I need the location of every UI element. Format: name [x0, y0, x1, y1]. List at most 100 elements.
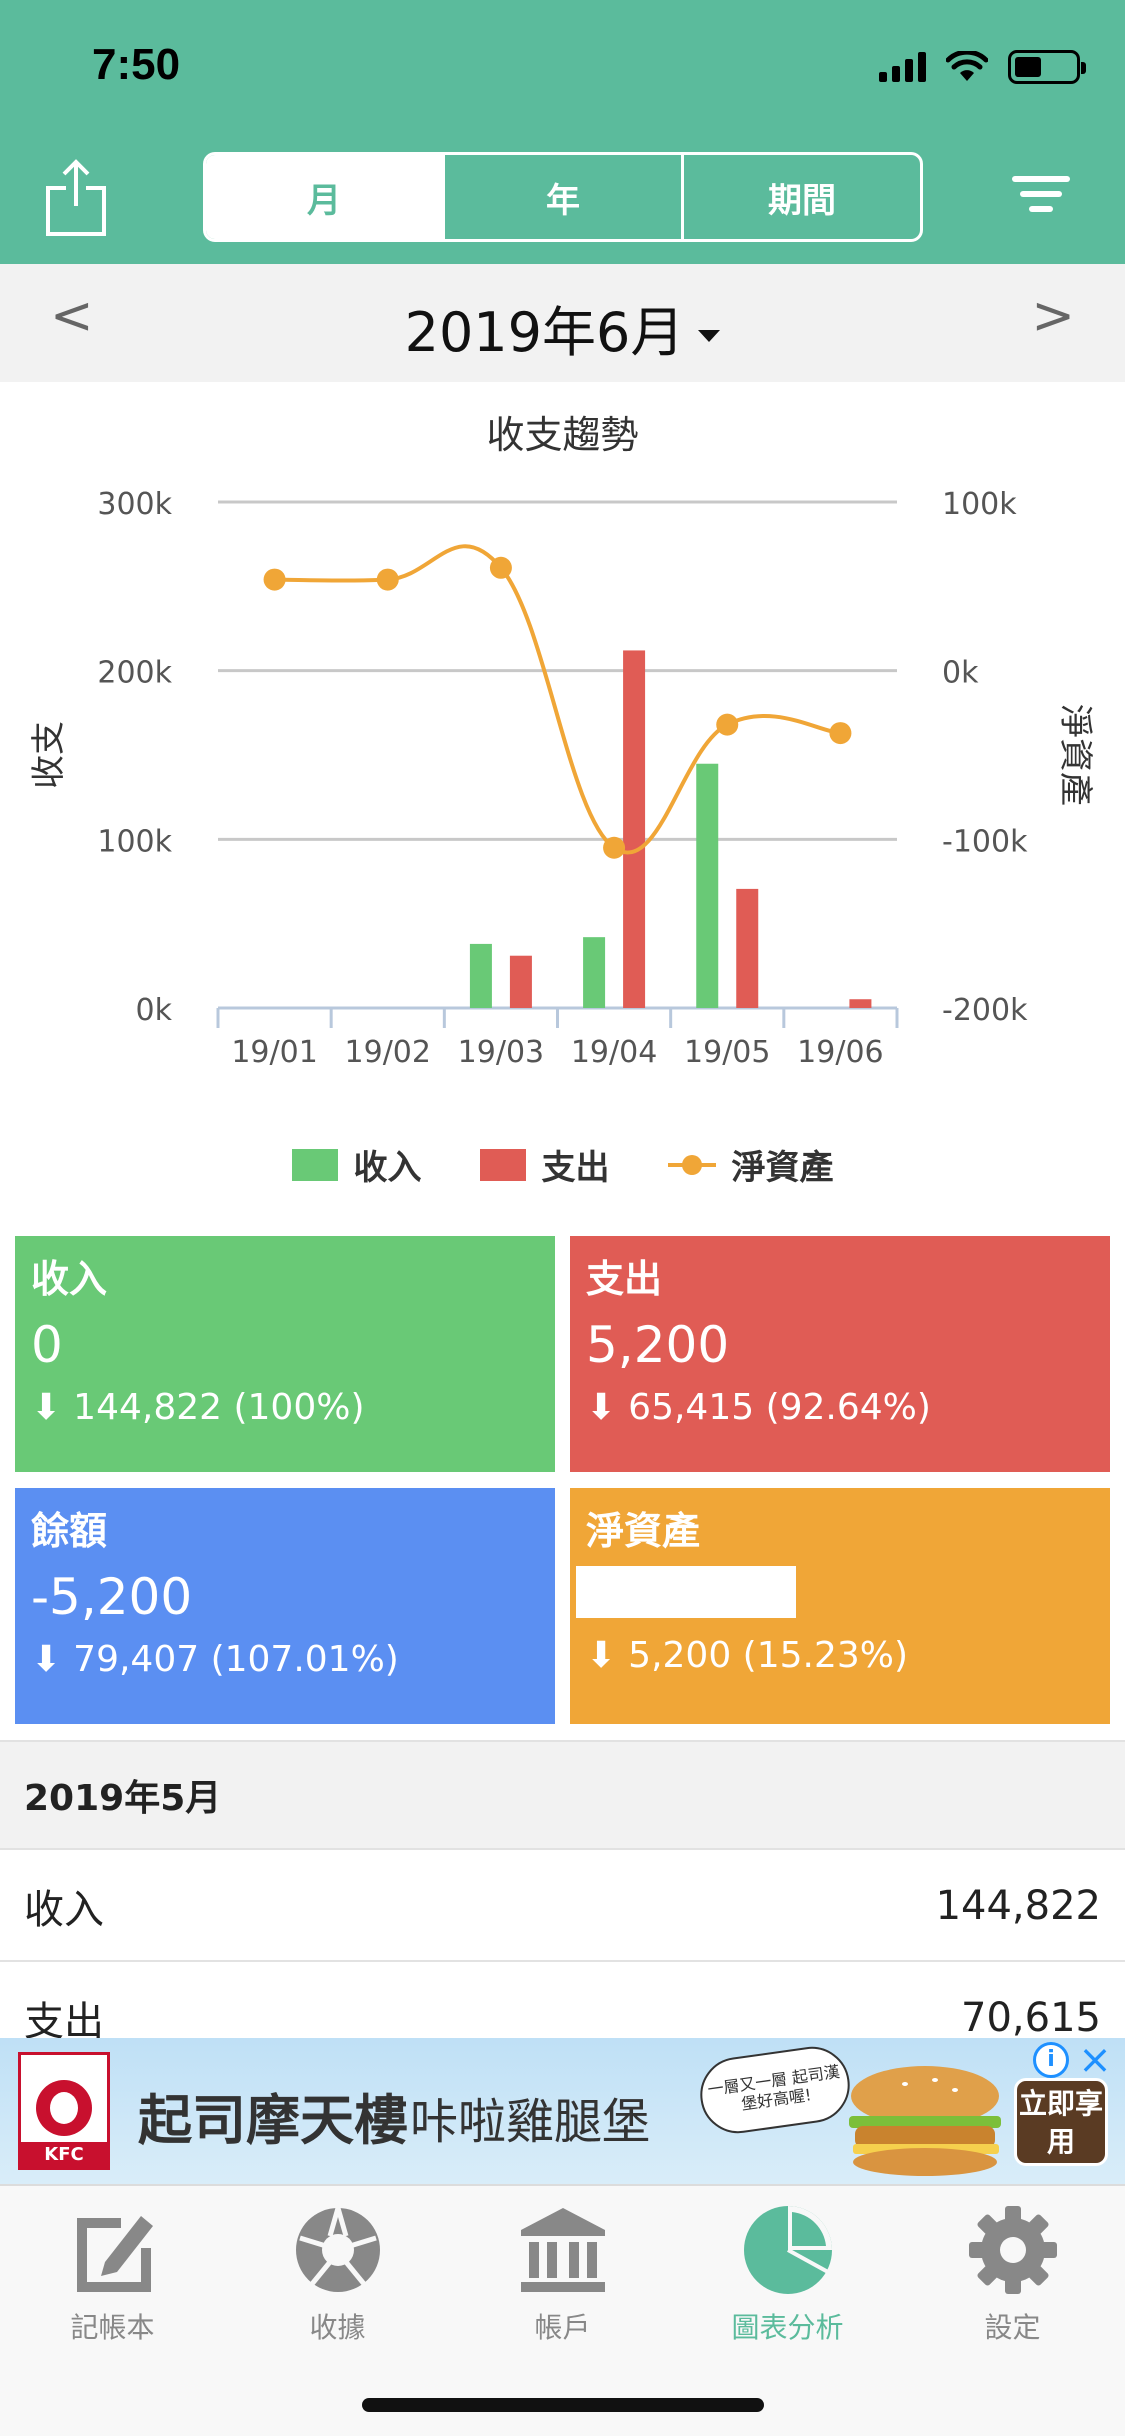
burger-image-icon — [849, 2066, 1001, 2176]
right-tick-label: -100k — [942, 824, 1028, 859]
ad-banner[interactable]: KFC 起司摩天樓 咔啦雞腿堡 一層又一層 起司漢堡好高喔! 立即享用 i × — [0, 2038, 1125, 2184]
networth-card[interactable]: 淨資產 ⬇ 5,200 (15.23%) — [570, 1488, 1110, 1724]
networth-point — [489, 556, 512, 579]
card-change-text: 79,407 (107.01%) — [73, 1639, 399, 1680]
tab-account[interactable]: 帳戶 — [450, 2202, 675, 2346]
card-change-text: 5,200 (15.23%) — [628, 1635, 909, 1676]
x-tick-label: 19/05 — [684, 1035, 770, 1070]
ad-brand: KFC — [21, 2142, 107, 2167]
segment-period[interactable]: 期間 — [681, 155, 920, 239]
tab-label: 帳戶 — [534, 2311, 591, 2344]
arrow-down-icon: ⬇ — [586, 1635, 617, 1676]
legend-label: 支出 — [541, 1148, 610, 1188]
next-month-button[interactable]: > — [1031, 286, 1075, 346]
card-change: ⬇ 79,407 (107.01%) — [31, 1642, 539, 1678]
card-value: 5,200 — [586, 1316, 730, 1374]
header: 7:50 月 年 期間 — [0, 0, 1125, 264]
legend-income[interactable]: 收入 — [291, 1140, 422, 1189]
left-tick-label: 200k — [97, 656, 172, 691]
expense-bar — [849, 999, 872, 1008]
networth-line — [274, 544, 841, 855]
share-icon[interactable] — [44, 158, 108, 238]
networth-point — [829, 722, 852, 745]
tab-label: 設定 — [984, 2311, 1041, 2344]
card-value: -5,200 — [31, 1568, 193, 1626]
ad-info-icon[interactable]: i — [1033, 2042, 1069, 2078]
app-root: 7:50 月 年 期間 < 2019年6月 > 收支趨勢 300k 100k 2… — [0, 0, 1125, 2436]
income-bar — [696, 763, 719, 1008]
left-tick-label: 300k — [97, 487, 172, 522]
right-tick-label: 100k — [942, 487, 1017, 522]
legend-swatch — [479, 1148, 526, 1181]
card-title: 淨資產 — [586, 1509, 701, 1553]
income-card[interactable]: 收入 0 ⬇ 144,822 (100%) — [15, 1236, 555, 1472]
expense-card[interactable]: 支出 5,200 ⬇ 65,415 (92.64%) — [570, 1236, 1110, 1472]
x-tick-label: 19/02 — [345, 1035, 431, 1070]
notebook-icon — [76, 2216, 153, 2292]
expense-bar — [736, 888, 759, 1008]
ad-cta-button[interactable]: 立即享用 — [1014, 2078, 1108, 2166]
caret-down-icon — [698, 330, 721, 343]
ad-headline: 起司摩天樓 — [138, 2089, 408, 2152]
segment-month[interactable]: 月 — [206, 155, 442, 239]
ad-speech-bubble: 一層又一層 起司漢堡好高喔! — [695, 2041, 855, 2139]
x-tick-label: 19/01 — [231, 1035, 317, 1070]
month-navigation: < 2019年6月 > — [0, 264, 1125, 382]
legend-label: 淨資產 — [731, 1148, 834, 1188]
month-title: 2019年6月 — [404, 301, 685, 364]
legend-networth[interactable]: 淨資產 — [667, 1140, 834, 1189]
tab-settings[interactable]: 設定 — [900, 2202, 1125, 2346]
month-selector[interactable]: 2019年6月 — [0, 288, 1125, 367]
legend-expense[interactable]: 支出 — [479, 1140, 610, 1189]
bank-icon — [520, 2208, 605, 2292]
tab-label: 圖表分析 — [731, 2311, 844, 2344]
x-tick-label: 19/04 — [571, 1035, 657, 1070]
card-title: 餘額 — [31, 1509, 108, 1553]
right-tick-label: -200k — [942, 993, 1028, 1028]
status-icons — [879, 50, 1086, 84]
x-tick-label: 19/06 — [797, 1035, 883, 1070]
redacted-value — [576, 1566, 796, 1618]
period-segmented-control: 月 年 期間 — [203, 152, 923, 242]
income-bar — [469, 943, 492, 1008]
balance-card[interactable]: 餘額 -5,200 ⬇ 79,407 (107.01%) — [15, 1488, 555, 1724]
row-label: 收入 — [24, 1887, 104, 1933]
card-title: 收入 — [31, 1257, 108, 1301]
chart-title: 收支趨勢 — [486, 413, 639, 457]
networth-point — [603, 836, 626, 859]
left-axis-title: 收支 — [29, 721, 69, 789]
networth-point — [376, 568, 399, 591]
left-tick-label: 100k — [97, 824, 172, 859]
x-tick-label: 19/03 — [458, 1035, 544, 1070]
pie-chart-icon — [743, 2206, 832, 2294]
tab-receipt[interactable]: 收據 — [225, 2202, 450, 2346]
chart-legend: 收入 支出 淨資產 — [0, 1140, 1125, 1189]
right-tick-label: 0k — [942, 656, 979, 691]
status-time: 7:50 — [92, 40, 181, 89]
card-change: ⬇ 5,200 (15.23%) — [586, 1638, 1094, 1674]
left-tick-label: 0k — [136, 993, 173, 1028]
segment-year[interactable]: 年 — [442, 155, 681, 239]
networth-point — [716, 713, 739, 736]
wifi-icon — [946, 51, 988, 81]
ad-subline: 咔啦雞腿堡 — [410, 2094, 651, 2150]
summary-section-header: 2019年5月 — [0, 1740, 1125, 1850]
home-indicator — [362, 2398, 764, 2412]
summary-row-income[interactable]: 收入 144,822 — [0, 1852, 1125, 1962]
filter-icon[interactable] — [1012, 176, 1070, 220]
tab-chart-analysis[interactable]: 圖表分析 — [675, 2202, 900, 2346]
networth-point — [263, 568, 286, 591]
arrow-down-icon: ⬇ — [31, 1387, 62, 1428]
tab-notebook[interactable]: 記帳本 — [0, 2202, 225, 2346]
expense-bar — [509, 955, 532, 1008]
card-change-text: 144,822 (100%) — [73, 1387, 365, 1428]
card-title: 支出 — [586, 1257, 663, 1301]
legend-swatch — [291, 1148, 338, 1181]
arrow-down-icon: ⬇ — [586, 1387, 617, 1428]
ad-close-icon[interactable]: × — [1075, 2040, 1115, 2080]
tab-label: 收據 — [309, 2311, 366, 2344]
legend-label: 收入 — [353, 1148, 422, 1188]
card-change: ⬇ 144,822 (100%) — [31, 1390, 539, 1426]
trend-chart: 300k 100k 200k 0k 100k -100k 0k -200k 19/01 19/02… — [29, 487, 1095, 1070]
aperture-icon — [295, 2207, 380, 2292]
